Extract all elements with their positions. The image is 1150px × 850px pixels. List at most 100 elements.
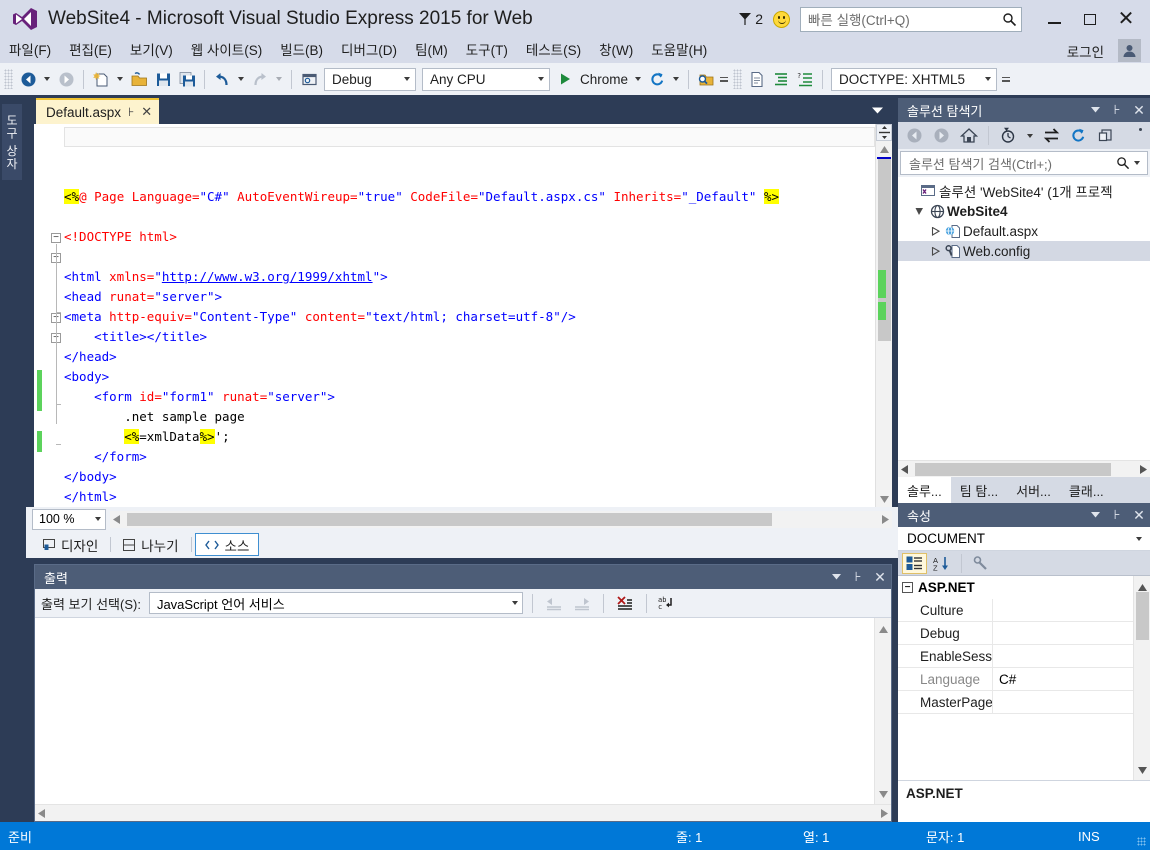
se-forward-button[interactable] — [929, 124, 954, 147]
window-layout-button[interactable] — [297, 66, 321, 92]
find-in-folder-button[interactable] — [694, 66, 718, 92]
save-all-button[interactable] — [175, 66, 199, 92]
toolbar-grip-2[interactable] — [733, 69, 742, 89]
se-refresh-button[interactable] — [1066, 124, 1091, 147]
tab-class-view[interactable]: 클래... — [1060, 477, 1113, 503]
se-sync-button[interactable] — [1039, 124, 1064, 147]
new-item-button[interactable] — [89, 66, 113, 92]
categorized-view-button[interactable] — [902, 553, 927, 574]
debug-target-dropdown-icon[interactable] — [635, 77, 641, 81]
format-document-button[interactable] — [769, 66, 793, 92]
menu-item-edit[interactable]: 편집(E) — [60, 38, 121, 63]
se-pending-changes-button[interactable] — [996, 124, 1021, 147]
properties-vertical-scrollbar[interactable] — [1133, 576, 1150, 780]
view-tab-design[interactable]: 디자인 — [34, 533, 107, 556]
format-selection-button[interactable]: ? — [793, 66, 817, 92]
se-hscroll-thumb[interactable] — [915, 463, 1111, 476]
property-value-language[interactable]: C# — [993, 668, 1133, 690]
navigate-back-dropdown-icon[interactable] — [44, 77, 50, 81]
tab-server-explorer[interactable]: 서버... — [1007, 477, 1060, 503]
tab-solution-explorer[interactable]: 솔루... — [898, 477, 951, 503]
editor-horizontal-scrollbar[interactable] — [110, 511, 892, 528]
se-show-all-files-button[interactable] — [1093, 124, 1118, 147]
undo-button[interactable] — [210, 66, 234, 92]
pin-icon[interactable]: ⊦ — [1106, 98, 1128, 122]
chevron-down-icon[interactable] — [1027, 134, 1033, 138]
chevron-down-icon[interactable] — [1134, 161, 1140, 165]
find-overflow-icon[interactable] — [718, 77, 730, 82]
debug-target-label[interactable]: Chrome — [577, 72, 631, 87]
go-to-next-message-button[interactable] — [570, 590, 594, 616]
toggle-word-wrap-button[interactable]: ab c — [656, 590, 680, 616]
property-row-culture[interactable]: Culture — [898, 599, 1133, 622]
output-horizontal-scrollbar[interactable] — [35, 804, 891, 821]
tree-row-web-config[interactable]: Web.config — [898, 241, 1150, 261]
scroll-down-arrow[interactable] — [876, 491, 892, 507]
menu-item-build[interactable]: 빌드(B) — [271, 38, 332, 63]
scroll-left-arrow[interactable] — [38, 806, 45, 821]
menu-item-debug[interactable]: 디버그(D) — [332, 38, 406, 63]
redo-button[interactable] — [248, 66, 272, 92]
undo-dropdown-icon[interactable] — [238, 77, 244, 81]
twisty-expanded-icon[interactable] — [912, 207, 927, 216]
tab-team-explorer[interactable]: 팀 탐... — [951, 477, 1007, 503]
menu-item-website[interactable]: 웹 사이트(S) — [182, 38, 271, 63]
close-button[interactable]: ✕ — [1108, 0, 1144, 38]
tree-row-website4[interactable]: WebSite4 — [898, 201, 1150, 221]
refresh-linked-dropdown-icon[interactable] — [673, 77, 679, 81]
menu-item-help[interactable]: 도움말(H) — [642, 38, 716, 63]
scroll-right-arrow[interactable] — [881, 806, 888, 821]
sign-in-link[interactable]: 로그인 — [1067, 41, 1104, 61]
new-item-dropdown-icon[interactable] — [117, 77, 123, 81]
split-view-handle-icon[interactable] — [876, 124, 892, 141]
properties-category-row[interactable]: − ASP.NET — [898, 576, 1133, 599]
tree-row-solution[interactable]: 솔루션 'WebSite4' (1개 프로젝 — [898, 181, 1150, 201]
property-row-enablesession[interactable]: EnableSession — [898, 645, 1133, 668]
close-icon[interactable]: ✕ — [1128, 98, 1150, 122]
scroll-right-arrow[interactable] — [882, 512, 889, 527]
property-row-debug[interactable]: Debug — [898, 622, 1133, 645]
navigate-back-button[interactable] — [16, 66, 40, 92]
view-in-browser-button[interactable] — [745, 66, 769, 92]
toolbar-overflow-icon[interactable] — [1134, 128, 1146, 131]
property-row-language[interactable]: Language C# — [898, 668, 1133, 691]
category-collapse-icon[interactable]: − — [902, 582, 913, 593]
chevron-down-icon[interactable] — [1084, 503, 1106, 527]
scroll-up-arrow[interactable] — [879, 621, 888, 636]
menu-item-file[interactable]: 파일(F) — [0, 38, 60, 63]
fold-toggle-html[interactable]: − — [51, 233, 61, 243]
smiley-feedback-icon[interactable] — [773, 11, 790, 28]
properties-grid[interactable]: − ASP.NET Culture Debug EnableSessio — [898, 576, 1150, 780]
chevron-down-icon[interactable] — [1084, 98, 1106, 122]
maximize-button[interactable] — [1072, 0, 1108, 38]
chevron-down-icon[interactable] — [825, 565, 847, 589]
scroll-up-arrow[interactable] — [876, 141, 892, 157]
solution-platform-combo[interactable]: Any CPU — [422, 68, 550, 91]
pin-icon[interactable]: ⊦ — [128, 105, 134, 119]
scroll-left-arrow[interactable] — [113, 512, 120, 527]
zoom-level-combo[interactable]: 100 % — [32, 509, 106, 530]
open-file-button[interactable] — [127, 66, 151, 92]
view-tab-source[interactable]: 소스 — [195, 533, 260, 556]
solution-explorer-search-input[interactable]: 솔루션 탐색기 검색(Ctrl+;) — [900, 151, 1148, 175]
pin-icon[interactable]: ⊦ — [1106, 503, 1128, 527]
editor-hscroll-thumb[interactable] — [127, 513, 772, 526]
start-debugging-button[interactable] — [553, 66, 577, 92]
menu-item-team[interactable]: 팀(M) — [406, 38, 457, 63]
tree-row-default-aspx[interactable]: Default.aspx — [898, 221, 1150, 241]
view-tab-split[interactable]: 나누기 — [114, 533, 187, 556]
document-tab-default-aspx[interactable]: Default.aspx ⊦ ✕ — [36, 98, 159, 124]
editor-vertical-scrollbar[interactable] — [875, 124, 892, 507]
user-account-icon[interactable] — [1118, 39, 1141, 62]
menu-item-view[interactable]: 보기(V) — [121, 38, 182, 63]
toolbar-grip[interactable] — [4, 69, 13, 89]
minimize-button[interactable] — [1036, 0, 1072, 38]
close-icon[interactable]: ✕ — [869, 565, 891, 589]
se-home-button[interactable] — [956, 124, 981, 147]
clear-all-button[interactable] — [613, 590, 637, 616]
doctype-combo[interactable]: DOCTYPE: XHTML5 — [831, 68, 997, 91]
notifications-button[interactable]: 2 — [738, 11, 763, 27]
scroll-down-arrow[interactable] — [879, 786, 888, 801]
twisty-collapsed-icon[interactable] — [928, 227, 943, 236]
resize-grip[interactable] — [1137, 837, 1146, 846]
